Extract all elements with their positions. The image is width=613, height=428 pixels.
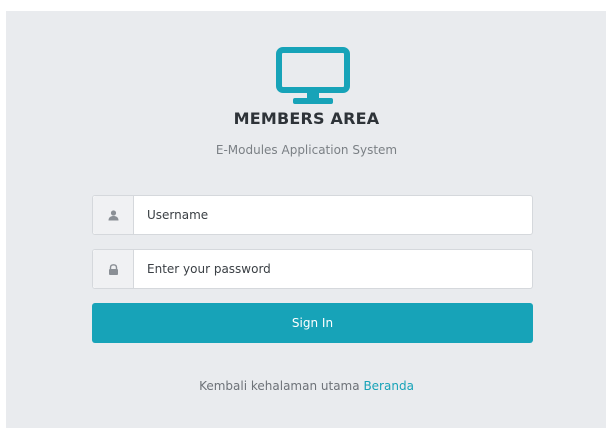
page-subtitle: E-Modules Application System	[215, 143, 398, 157]
password-input[interactable]	[134, 250, 532, 288]
page-title: MEMBERS AREA	[233, 109, 380, 128]
user-icon	[93, 196, 134, 234]
footer-text: Kembali kehalaman utama	[199, 379, 360, 393]
home-link[interactable]: Beranda	[363, 379, 413, 393]
lock-icon	[93, 250, 134, 288]
username-input[interactable]	[134, 196, 532, 234]
footer-note: Kembali kehalaman utama Beranda	[0, 379, 613, 393]
password-group	[92, 249, 533, 289]
sign-in-button[interactable]: Sign In	[92, 303, 533, 343]
username-group	[92, 195, 533, 235]
monitor-icon	[276, 47, 350, 104]
